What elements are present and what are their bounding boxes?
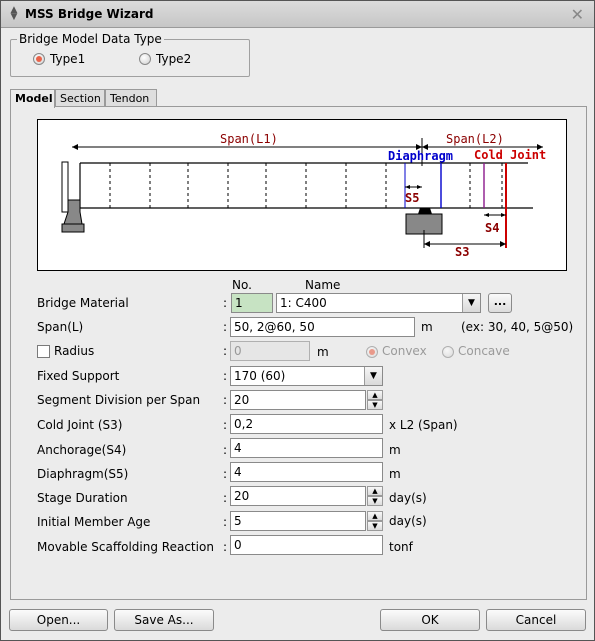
bridge-material-label: Bridge Material	[37, 296, 129, 310]
app-icon: ▲ ▼	[10, 5, 18, 22]
stage-duration-label: Stage Duration	[37, 491, 128, 505]
segment-division-input[interactable]: 20	[230, 390, 366, 410]
span-example: (ex: 30, 40, 5@50)	[461, 320, 574, 334]
colon: :	[223, 443, 228, 457]
anchorage-unit: m	[389, 443, 401, 457]
concave-radio[interactable]	[442, 346, 454, 358]
window-title: MSS Bridge Wizard	[25, 7, 154, 21]
ok-button[interactable]: OK	[380, 609, 480, 631]
s5-label: S5	[405, 191, 419, 205]
save-as-button[interactable]: Save As...	[114, 609, 214, 631]
initial-age-unit: day(s)	[389, 514, 427, 528]
stage-duration-spinner[interactable]: ▲ ▼	[367, 486, 383, 506]
tab-model[interactable]: Model	[10, 89, 55, 108]
type2-label[interactable]: Type2	[156, 52, 191, 66]
material-name-value: 1: C400	[280, 296, 327, 310]
material-no-field[interactable]: 1	[231, 293, 273, 313]
cold-joint-unit: x L2 (Span)	[389, 418, 458, 432]
span-input[interactable]: 50, 2@60, 50	[230, 317, 415, 337]
convex-label[interactable]: Convex	[382, 344, 427, 358]
type1-label[interactable]: Type1	[50, 52, 85, 66]
radius-checkbox[interactable]	[37, 345, 50, 358]
colon: :	[223, 418, 228, 432]
mss-bridge-wizard-dialog: ▲ ▼ MSS Bridge Wizard ✕ Bridge Model Data…	[0, 0, 595, 641]
fixed-support-label: Fixed Support	[37, 369, 120, 383]
col-name-header: Name	[305, 278, 341, 292]
bridge-diagram: Span(L1) Span(L2) Diaphragm Cold Joint S…	[37, 119, 567, 271]
convex-radio[interactable]	[366, 346, 378, 358]
chevron-up-icon[interactable]: ▲	[367, 511, 383, 521]
segment-division-spinner[interactable]: ▲ ▼	[367, 390, 383, 410]
stage-duration-unit: day(s)	[389, 491, 427, 505]
s3-label: S3	[455, 245, 469, 259]
concave-label[interactable]: Concave	[458, 344, 510, 358]
tab-section[interactable]: Section	[55, 89, 105, 107]
colon: :	[223, 369, 228, 383]
chevron-down-icon[interactable]: ▼	[367, 400, 383, 410]
colon: :	[223, 491, 228, 505]
stage-duration-input[interactable]: 20	[230, 486, 366, 506]
chevron-down-icon[interactable]: ▼	[462, 294, 480, 312]
s4-label: S4	[485, 221, 499, 235]
diaphragm-unit: m	[389, 467, 401, 481]
chevron-down-icon[interactable]: ▼	[367, 496, 383, 506]
span-l1-label: Span(L1)	[220, 132, 278, 146]
colon: :	[223, 515, 228, 529]
initial-age-label: Initial Member Age	[37, 515, 151, 529]
data-type-legend: Bridge Model Data Type	[17, 32, 164, 46]
col-no-header: No.	[232, 278, 252, 292]
open-button[interactable]: Open...	[9, 609, 108, 631]
colon: :	[223, 393, 228, 407]
scaffolding-reaction-unit: tonf	[389, 540, 413, 554]
scaffolding-reaction-label: Movable Scaffolding Reaction	[37, 540, 214, 554]
colon: :	[223, 344, 228, 358]
initial-age-spinner[interactable]: ▲ ▼	[367, 511, 383, 531]
fixed-support-select[interactable]: 170 (60) ▼	[230, 366, 383, 386]
diaphragm-label: Diaphragm	[388, 149, 453, 163]
radius-label[interactable]: Radius	[54, 344, 94, 358]
radius-unit: m	[317, 345, 329, 359]
material-name-select[interactable]: 1: C400 ▼	[276, 293, 481, 313]
material-browse-button[interactable]: ...	[488, 293, 512, 313]
anchorage-input[interactable]: 4	[230, 438, 383, 458]
segment-division-label: Segment Division per Span	[37, 393, 201, 407]
radius-input[interactable]: 0	[230, 341, 310, 361]
diaphragm-label: Diaphragm(S5)	[37, 467, 129, 481]
span-unit: m	[421, 320, 433, 334]
type1-radio[interactable]	[33, 53, 45, 65]
colon: :	[223, 296, 228, 310]
chevron-down-icon[interactable]: ▼	[364, 367, 382, 385]
cold-joint-label: Cold Joint (S3)	[37, 418, 123, 432]
cold-joint-input[interactable]: 0,2	[230, 414, 383, 434]
colon: :	[223, 320, 228, 334]
colon: :	[223, 467, 228, 481]
span-l2-label: Span(L2)	[446, 132, 504, 146]
initial-age-input[interactable]: 5	[230, 511, 366, 531]
chevron-up-icon[interactable]: ▲	[367, 390, 383, 400]
colon: :	[223, 540, 228, 554]
chevron-down-icon[interactable]: ▼	[367, 521, 383, 531]
fixed-support-value: 170 (60)	[234, 369, 286, 383]
type2-radio[interactable]	[139, 53, 151, 65]
tab-tendon[interactable]: Tendon	[105, 89, 157, 107]
cancel-button[interactable]: Cancel	[486, 609, 586, 631]
scaffolding-reaction-input[interactable]: 0	[230, 535, 383, 555]
diaphragm-input[interactable]: 4	[230, 462, 383, 482]
close-icon[interactable]: ✕	[571, 5, 584, 24]
cold-joint-label: Cold Joint	[474, 148, 546, 162]
chevron-up-icon[interactable]: ▲	[367, 486, 383, 496]
title-bar[interactable]: ▲ ▼ MSS Bridge Wizard ✕	[1, 1, 594, 28]
anchorage-label: Anchorage(S4)	[37, 443, 127, 457]
span-label: Span(L)	[37, 320, 84, 334]
